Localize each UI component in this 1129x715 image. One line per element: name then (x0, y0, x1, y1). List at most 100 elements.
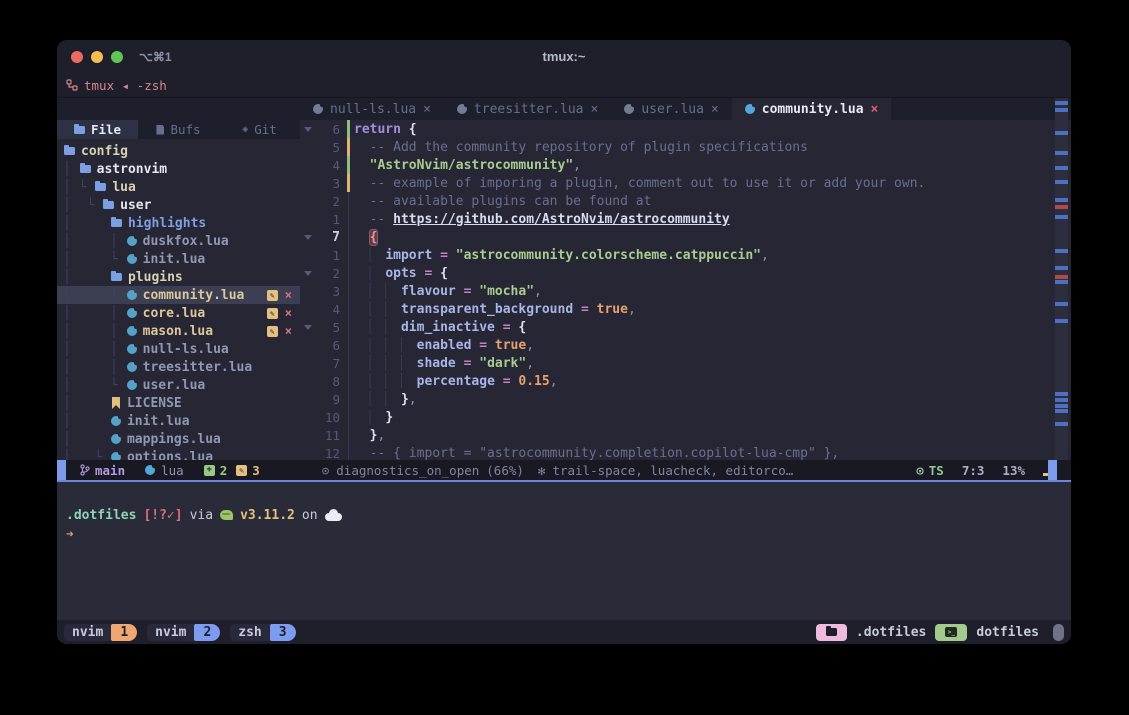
tmux-session-label[interactable]: tmux ◂ -zsh (84, 78, 167, 93)
close-icon[interactable]: × (423, 102, 431, 117)
traffic-lights (71, 51, 123, 63)
tree-item-treesitter.lua[interactable]: │ │ treesitter.lua (57, 358, 300, 376)
code-text: ▏ ▏ }, (354, 392, 417, 407)
scrollbar[interactable] (1055, 98, 1068, 460)
fold-column[interactable] (300, 271, 316, 276)
maximize-window-button[interactable] (111, 51, 123, 63)
line-number: 7 (316, 356, 340, 371)
indent-guide: │ │ (63, 306, 126, 321)
tree-item-config[interactable]: config (57, 142, 300, 160)
tree-item-user[interactable]: │ └ user (57, 196, 300, 214)
code-text: ▏ ▏ transparent_background = true, (354, 302, 636, 317)
tree-item-astronvim[interactable]: │ astronvim (57, 160, 300, 178)
code-token: , (573, 158, 581, 173)
close-icon[interactable]: × (285, 289, 292, 301)
buffer-tab-user.lua[interactable]: user.lua× (611, 98, 731, 120)
tree-item-init.lua[interactable]: │ └ init.lua (57, 250, 300, 268)
close-icon[interactable]: × (591, 102, 599, 117)
code-token: import (385, 248, 432, 263)
code-token: , (377, 428, 385, 443)
close-icon[interactable]: × (871, 102, 879, 117)
path-chip (816, 624, 847, 641)
line-number: 2 (316, 194, 340, 209)
fold-caret-icon[interactable] (304, 325, 312, 330)
code-text: { (354, 230, 377, 245)
tree-item-community.lua[interactable]: │ │ community.lua✎× (57, 286, 300, 304)
tree-item-options.lua[interactable]: │ └ options.lua (57, 448, 300, 460)
code-token: } (385, 410, 393, 425)
line-number: 4 (316, 302, 340, 317)
code-editor[interactable]: 6return {5 -- Add the community reposito… (300, 120, 1071, 460)
fold-caret-icon[interactable] (304, 127, 312, 132)
tree-item-init.lua[interactable]: │ init.lua (57, 412, 300, 430)
code-token: "dark" (479, 356, 526, 371)
tree-item-user.lua[interactable]: │ └ user.lua (57, 376, 300, 394)
tree-item-mason.lua[interactable]: │ │ mason.lua✎× (57, 322, 300, 340)
line-number: 4 (316, 158, 340, 173)
sidebar-tab-label: Bufs (170, 122, 200, 137)
lua-icon (111, 416, 121, 426)
tree-item-LICENSE[interactable]: │ LICENSE (57, 394, 300, 412)
tree-item-plugins[interactable]: │ plugins (57, 268, 300, 286)
code-line-1: 6return { (300, 120, 1071, 138)
scrollbar-mark-blue (1055, 392, 1068, 396)
code-line-13: 6 ▏ ▏ ▏ enabled = true, (300, 336, 1071, 354)
tree-item-core.lua[interactable]: │ │ core.lua✎× (57, 304, 300, 322)
tmux-window-1[interactable]: nvim1 (64, 624, 137, 641)
close-icon[interactable]: × (711, 102, 719, 117)
python-icon (220, 510, 233, 520)
indent-guide: │ └ (63, 450, 110, 461)
indent-guide: │ (63, 270, 110, 285)
code-text: ▏ ▏ dim_inactive = { (354, 320, 526, 335)
tree-item-lua[interactable]: │ └ lua (57, 178, 300, 196)
buffer-tab-community.lua[interactable]: community.lua× (732, 98, 892, 120)
tree-item-label: LICENSE (127, 396, 182, 411)
code-line-7: 7 { (300, 228, 1071, 246)
sidebar-tab-git[interactable]: ◈Git (219, 120, 300, 139)
tree-item-highlights[interactable]: │ highlights (57, 214, 300, 232)
lua-icon (127, 308, 137, 318)
folder-icon (826, 628, 837, 636)
tmux-window-2[interactable]: nvim2 (147, 624, 220, 641)
tmux-window-name: zsh (230, 624, 269, 641)
code-text: -- example of imporing a plugin, comment… (354, 176, 925, 191)
sign-column (340, 426, 354, 444)
close-icon[interactable]: × (285, 325, 292, 337)
buffer-tab-label: treesitter.lua (474, 102, 584, 117)
tmux-windows: nvim1 nvim2 zsh3 (64, 624, 306, 641)
line-number: 3 (316, 284, 340, 299)
tmux-window-3[interactable]: zsh3 (230, 624, 295, 641)
code-token: ▏ (354, 266, 385, 281)
shell-pane[interactable]: .dotfiles [!?✓] via v3.11.2 on ➔ (57, 482, 1071, 620)
minimize-window-button[interactable] (91, 51, 103, 63)
fold-column[interactable] (300, 235, 316, 240)
scrollbar-mark-blue (1055, 398, 1068, 402)
indent-guide: │ (63, 432, 110, 447)
sign-column (340, 300, 354, 318)
sign-column (340, 156, 354, 174)
scrollbar-mark-blue (1055, 180, 1068, 184)
code-text: -- available plugins can be found at (354, 194, 651, 209)
code-token: transparent_background (401, 302, 573, 317)
fold-caret-icon[interactable] (304, 271, 312, 276)
fold-column[interactable] (300, 325, 316, 330)
close-window-button[interactable] (71, 51, 83, 63)
tree-item-null-ls.lua[interactable]: │ │ null-ls.lua (57, 340, 300, 358)
sidebar-tab-bufs[interactable]: Bufs (138, 120, 219, 139)
buffer-tab-treesitter.lua[interactable]: treesitter.lua × (444, 98, 611, 120)
fold-caret-icon[interactable] (304, 235, 312, 240)
python-version: v3.11.2 (240, 508, 295, 523)
buffer-tab-null-ls.lua[interactable]: null-ls.lua× (300, 98, 444, 120)
code-token (354, 230, 370, 245)
line-number: 9 (316, 392, 340, 407)
sidebar-tab-label: Git (254, 122, 277, 137)
close-icon[interactable]: × (285, 307, 292, 319)
lsp-list: trail-space, luacheck, editorco… (552, 463, 793, 478)
sidebar-tab-file[interactable]: File (57, 120, 138, 139)
tree-item-duskfox.lua[interactable]: │ │ duskfox.lua (57, 232, 300, 250)
prompt-input-line[interactable]: ➔ (66, 524, 1071, 542)
tree-item-mappings.lua[interactable]: │ mappings.lua (57, 430, 300, 448)
code-token: , (550, 374, 558, 389)
fold-column[interactable] (300, 127, 316, 132)
git-branch[interactable]: main (80, 463, 125, 478)
